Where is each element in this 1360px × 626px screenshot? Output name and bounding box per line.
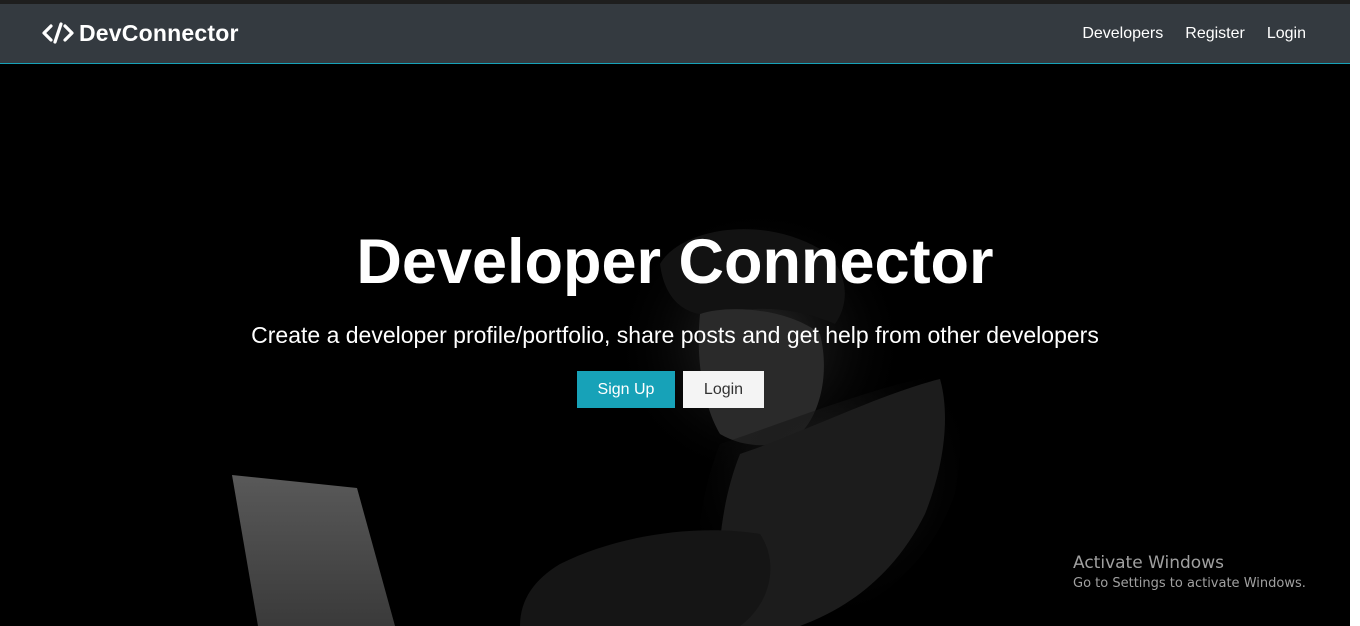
brand-name: DevConnector [79,19,239,46]
hero-lead-text: Create a developer profile/portfolio, sh… [251,322,1099,348]
nav-link-register[interactable]: Register [1185,22,1245,46]
windows-activation-watermark: Activate Windows Go to Settings to activ… [1073,552,1306,594]
nav-links: Developers Register Login [1082,22,1306,46]
code-icon [42,21,74,45]
login-button[interactable]: Login [683,371,764,408]
nav-link-developers[interactable]: Developers [1082,22,1163,46]
window-right-edge [1350,0,1360,626]
activation-subtitle: Go to Settings to activate Windows. [1073,576,1306,591]
hero-section: Developer Connector Create a developer p… [0,64,1350,626]
hero-content: Developer Connector Create a developer p… [0,64,1350,626]
browser-top-strip [0,0,1350,4]
brand-link[interactable]: DevConnector [42,18,239,48]
sign-up-button[interactable]: Sign Up [577,371,675,408]
nav-link-login[interactable]: Login [1267,22,1306,46]
navbar: DevConnector Developers Register Login [0,4,1350,64]
activation-title: Activate Windows [1073,553,1224,573]
hero-title: Developer Connector [356,227,994,297]
landing-page: DevConnector Developers Register Login D… [0,0,1360,626]
